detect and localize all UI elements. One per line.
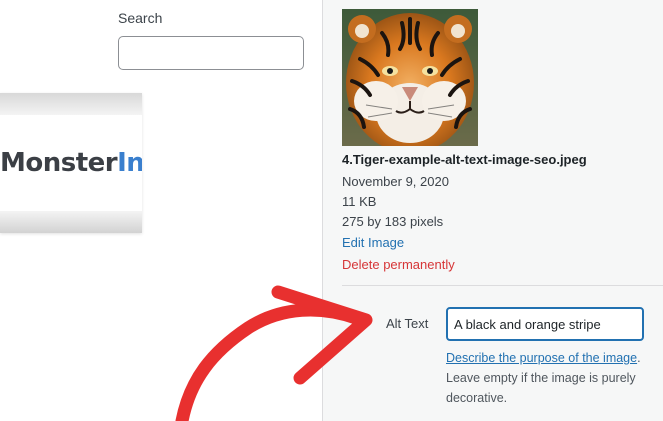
alt-text-input[interactable] [446, 307, 644, 341]
search-input[interactable] [118, 36, 304, 70]
details-divider [342, 285, 663, 286]
attachment-date: November 9, 2020 [342, 174, 449, 189]
media-thumbnail[interactable]: MonsterIns [0, 93, 142, 233]
thumbnail-top-shade [0, 93, 142, 115]
media-library-pane: Search MonsterIns [0, 0, 322, 421]
edit-image-link[interactable]: Edit Image [342, 235, 404, 250]
delete-permanently-link[interactable]: Delete permanently [342, 257, 455, 272]
alt-text-help-link[interactable]: Describe the purpose of the image [446, 351, 637, 365]
attachment-filesize: 11 KB [342, 194, 377, 209]
monsterinsights-logo: MonsterIns [0, 148, 142, 178]
alt-text-label: Alt Text [386, 316, 429, 331]
attachment-dimensions: 275 by 183 pixels [342, 214, 444, 229]
search-label: Search [118, 10, 163, 26]
tiger-image-icon[interactable] [342, 9, 478, 146]
alt-text-help: Describe the purpose of the image. Leave… [446, 348, 646, 408]
attachment-filename: 4.Tiger-example-alt-text-image-seo.jpeg [342, 152, 587, 167]
thumbnail-bottom-shade [0, 211, 142, 233]
